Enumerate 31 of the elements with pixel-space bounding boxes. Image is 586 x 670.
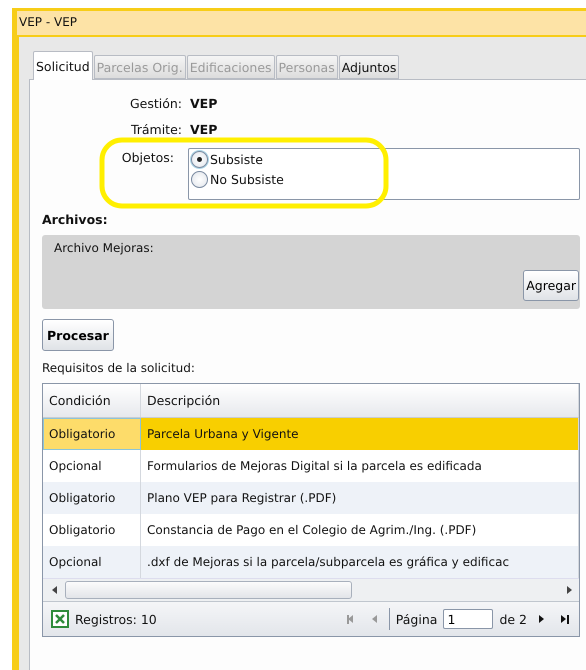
- table-cell[interactable]: .dxf de Mejoras si la parcela/subparcela es gráfica y edificac: [141, 546, 579, 578]
- radio-label: Subsiste: [210, 152, 263, 167]
- tab[interactable]: Solicitud: [33, 51, 93, 80]
- page-input[interactable]: 1: [443, 609, 494, 629]
- radio-label: No Subsiste: [210, 172, 284, 187]
- table-cell[interactable]: Parcela Urbana y Vigente: [141, 418, 579, 450]
- table-cell[interactable]: Obligatorio: [43, 482, 141, 514]
- process-button[interactable]: Procesar: [42, 319, 114, 351]
- radio-button[interactable]: [191, 171, 208, 188]
- page-label: Página: [396, 612, 438, 626]
- table-cell[interactable]: Obligatorio: [43, 418, 141, 450]
- field-label: Objetos:: [120, 149, 175, 167]
- radio-button[interactable]: [191, 151, 208, 168]
- file-label: Archivo Mejoras:: [54, 241, 155, 255]
- page-total: de 2: [499, 612, 527, 626]
- field-value: VEP: [190, 122, 218, 136]
- window-title: VEP - VEP: [18, 14, 78, 31]
- horizontal-scrollbar[interactable]: [43, 578, 579, 601]
- field-value: VEP: [190, 96, 218, 110]
- table-cell[interactable]: Plano VEP para Registrar (.PDF): [141, 482, 579, 514]
- requirements-label: Requisitos de la solicitud:: [42, 361, 196, 375]
- column-header[interactable]: Descripción: [141, 384, 579, 417]
- spreadsheet-export-icon[interactable]: [51, 610, 69, 628]
- add-button[interactable]: Agregar: [523, 270, 579, 301]
- field-label: Gestión:: [128, 96, 182, 110]
- tab[interactable]: Adjuntos: [338, 55, 400, 79]
- table-cell[interactable]: Opcional: [43, 546, 141, 578]
- section-title: Archivos:: [42, 212, 109, 227]
- records-count: Registros: 10: [75, 612, 157, 626]
- column-header[interactable]: Condición: [43, 384, 141, 417]
- field-label: Trámite:: [130, 122, 182, 136]
